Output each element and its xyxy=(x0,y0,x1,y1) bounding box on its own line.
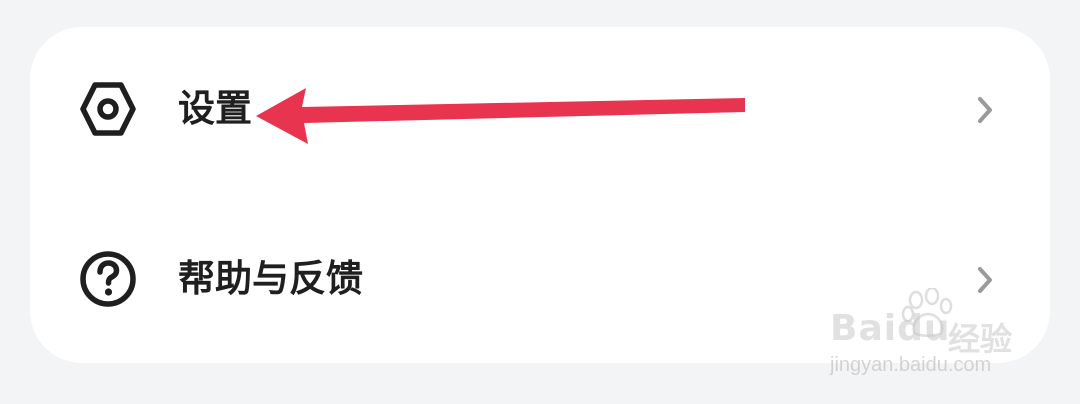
watermark-brand: Baidu xyxy=(830,308,951,349)
settings-hexagon-icon xyxy=(80,82,136,136)
annotation-arrow xyxy=(256,88,745,144)
chevron-right-icon xyxy=(978,97,992,123)
baidu-jingyan-watermark: Baidu 经验 jingyan.baidu.com xyxy=(828,288,1028,384)
menu-item-label: 设置 xyxy=(178,87,252,130)
menu-item-label: 帮助与反馈 xyxy=(178,257,363,300)
watermark-url: jingyan.baidu.com xyxy=(830,354,992,376)
help-question-icon xyxy=(80,251,136,307)
